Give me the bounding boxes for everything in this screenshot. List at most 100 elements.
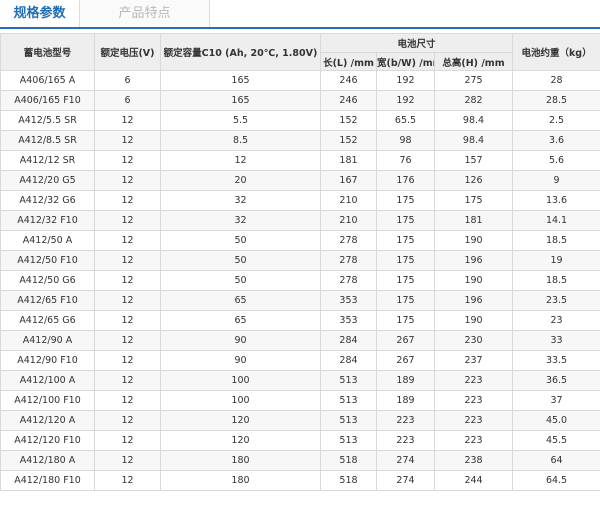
cell-weight: 3.6 [512, 130, 600, 151]
cell-height: 190 [433, 310, 514, 331]
cell-length: 181 [320, 150, 377, 171]
cell-voltage: 12 [94, 290, 161, 311]
tab-bar: 规格参数 产品特点 [0, 0, 600, 29]
spec-table: 蓄电池型号 额定电压(V) 额定容量C10 (Ah, 20℃, 1.80V) 电… [0, 33, 600, 491]
cell-model: A412/120 A [0, 410, 95, 431]
table-row: A412/180 A 12 180 518 274 238 64 [0, 450, 600, 471]
cell-model: A412/100 A [0, 370, 95, 391]
cell-weight: 28 [512, 70, 600, 91]
cell-capacity: 50 [160, 250, 321, 271]
cell-voltage: 12 [94, 170, 161, 191]
cell-capacity: 120 [160, 410, 321, 431]
header-length: 长(L) /mm [320, 52, 377, 71]
cell-model: A412/100 F10 [0, 390, 95, 411]
cell-model: A412/180 A [0, 450, 95, 471]
tab-specifications[interactable]: 规格参数 [0, 0, 80, 27]
cell-length: 246 [320, 70, 377, 91]
cell-height: 98.4 [433, 130, 514, 151]
table-row: A406/165 F10 6 165 246 192 282 28.5 [0, 90, 600, 111]
cell-length: 167 [320, 170, 377, 191]
table-row: A412/100 A 12 100 513 189 223 36.5 [0, 370, 600, 391]
cell-length: 513 [320, 430, 377, 451]
cell-weight: 33 [512, 330, 600, 351]
cell-model: A412/50 G6 [0, 270, 95, 291]
cell-weight: 23 [512, 310, 600, 331]
cell-capacity: 180 [160, 450, 321, 471]
cell-voltage: 12 [94, 390, 161, 411]
cell-length: 513 [320, 390, 377, 411]
cell-model: A412/12 SR [0, 150, 95, 171]
cell-weight: 33.5 [512, 350, 600, 371]
cell-model: A412/120 F10 [0, 430, 95, 451]
header-height: 总高(H) /mm [433, 52, 514, 71]
cell-height: 230 [433, 330, 514, 351]
cell-width: 98 [376, 130, 435, 151]
table-row: A412/65 F10 12 65 353 175 196 23.5 [0, 290, 600, 311]
cell-length: 513 [320, 370, 377, 391]
cell-length: 246 [320, 90, 377, 111]
cell-width: 175 [376, 290, 435, 311]
cell-width: 175 [376, 210, 435, 231]
cell-voltage: 12 [94, 110, 161, 131]
cell-length: 210 [320, 190, 377, 211]
cell-length: 513 [320, 410, 377, 431]
cell-capacity: 32 [160, 190, 321, 211]
cell-voltage: 12 [94, 130, 161, 151]
header-dimensions: 电池尺寸 [319, 33, 514, 53]
cell-capacity: 65 [160, 290, 321, 311]
table-row: A412/20 G5 12 20 167 176 126 9 [0, 170, 600, 191]
tab-product-features[interactable]: 产品特点 [80, 0, 210, 27]
cell-length: 284 [320, 350, 377, 371]
cell-length: 353 [320, 310, 377, 331]
cell-width: 189 [376, 390, 435, 411]
header-capacity: 额定容量C10 (Ah, 20℃, 1.80V) [160, 33, 321, 71]
cell-height: 244 [433, 470, 514, 491]
table-row: A406/165 A 6 165 246 192 275 28 [0, 70, 600, 91]
cell-voltage: 12 [94, 310, 161, 331]
cell-width: 76 [376, 150, 435, 171]
cell-voltage: 12 [94, 270, 161, 291]
cell-width: 175 [376, 230, 435, 251]
cell-model: A412/65 G6 [0, 310, 95, 331]
cell-weight: 37 [512, 390, 600, 411]
cell-model: A412/20 G5 [0, 170, 95, 191]
cell-capacity: 32 [160, 210, 321, 231]
cell-capacity: 20 [160, 170, 321, 191]
cell-capacity: 165 [160, 70, 321, 91]
cell-capacity: 180 [160, 470, 321, 491]
cell-model: A412/180 F10 [0, 470, 95, 491]
cell-model: A412/32 F10 [0, 210, 95, 231]
cell-capacity: 8.5 [160, 130, 321, 151]
cell-model: A406/165 A [0, 70, 95, 91]
cell-voltage: 12 [94, 370, 161, 391]
cell-weight: 28.5 [512, 90, 600, 111]
table-row: A412/65 G6 12 65 353 175 190 23 [0, 310, 600, 331]
cell-weight: 45.0 [512, 410, 600, 431]
cell-weight: 19 [512, 250, 600, 271]
cell-height: 223 [433, 370, 514, 391]
cell-voltage: 6 [94, 90, 161, 111]
table-row: A412/32 G6 12 32 210 175 175 13.6 [0, 190, 600, 211]
cell-voltage: 12 [94, 230, 161, 251]
table-row: A412/50 A 12 50 278 175 190 18.5 [0, 230, 600, 251]
cell-weight: 18.5 [512, 270, 600, 291]
cell-voltage: 12 [94, 210, 161, 231]
table-row: A412/32 F10 12 32 210 175 181 14.1 [0, 210, 600, 231]
cell-height: 157 [433, 150, 514, 171]
cell-capacity: 50 [160, 270, 321, 291]
cell-weight: 18.5 [512, 230, 600, 251]
table-row: A412/5.5 SR 12 5.5 152 65.5 98.4 2.5 [0, 110, 600, 131]
cell-width: 223 [376, 410, 435, 431]
cell-voltage: 12 [94, 190, 161, 211]
cell-height: 223 [433, 430, 514, 451]
cell-voltage: 12 [94, 410, 161, 431]
cell-model: A412/32 G6 [0, 190, 95, 211]
cell-weight: 23.5 [512, 290, 600, 311]
cell-length: 152 [320, 110, 377, 131]
cell-length: 518 [320, 450, 377, 471]
cell-width: 267 [376, 350, 435, 371]
table-row: A412/50 G6 12 50 278 175 190 18.5 [0, 270, 600, 291]
cell-capacity: 50 [160, 230, 321, 251]
cell-voltage: 6 [94, 70, 161, 91]
cell-width: 175 [376, 250, 435, 271]
